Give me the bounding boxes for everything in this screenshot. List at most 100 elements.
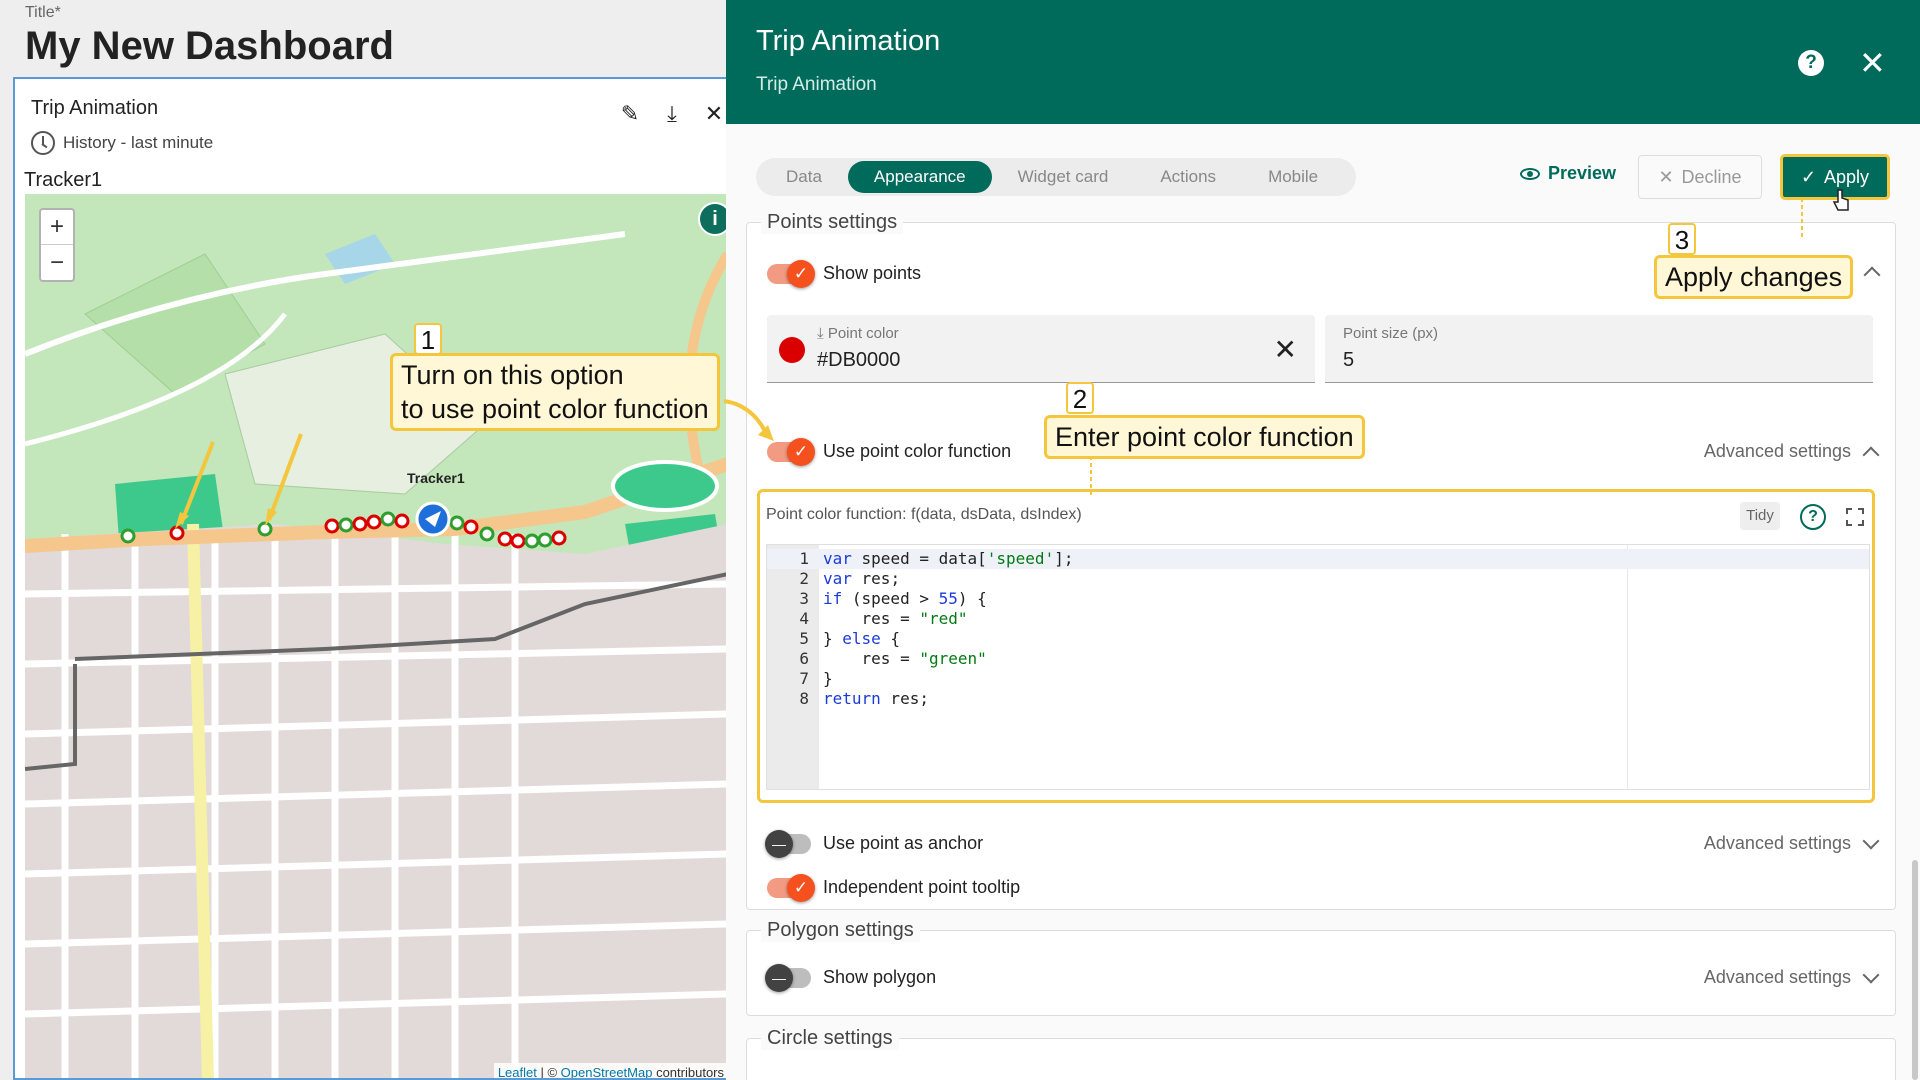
attribution-osm-link[interactable]: OpenStreetMap: [561, 1065, 653, 1078]
check-icon: ✓: [1800, 166, 1817, 187]
points-settings-section: Points settings Show points ⤓ Point colo…: [746, 211, 1896, 910]
widget-timewindow[interactable]: History - last minute: [31, 131, 213, 155]
use-color-function-label: Use point color function: [823, 441, 1012, 461]
use-color-function-row: Use point color function: [767, 437, 1012, 466]
zoom-control: + −: [39, 208, 75, 282]
tab-actions[interactable]: Actions: [1134, 161, 1242, 193]
zoom-out-button[interactable]: −: [41, 245, 73, 280]
tracker-label: Tracker1: [24, 169, 103, 191]
circle-settings-title: Circle settings: [761, 1027, 899, 1050]
zoom-in-button[interactable]: +: [41, 210, 73, 245]
close-icon[interactable]: ✕: [702, 101, 726, 127]
chevron-up-icon: [1862, 446, 1880, 463]
show-points-toggle[interactable]: [767, 259, 815, 288]
attribution-leaflet-link[interactable]: Leaflet: [498, 1065, 537, 1078]
timewindow-label: History - last minute: [63, 133, 214, 152]
callout-3-connector: [1801, 198, 1803, 238]
panel-scrollbar[interactable]: [1912, 860, 1918, 1080]
panel-header: Trip Animation Trip Animation ? ✕: [726, 0, 1920, 124]
info-icon[interactable]: i: [698, 202, 726, 236]
use-anchor-label: Use point as anchor: [823, 833, 984, 853]
advanced-settings-label: Advanced settings: [1703, 833, 1851, 853]
callout-1-number: 1: [414, 323, 442, 355]
color-function-editor: Point color function: f(data, dsData, ds…: [757, 489, 1875, 803]
points-settings-title: Points settings: [761, 211, 904, 234]
chevron-down-icon: [1862, 832, 1880, 849]
editor-help-icon[interactable]: ?: [1800, 504, 1826, 530]
point-size-value: 5: [1343, 349, 1355, 371]
advanced-settings-color[interactable]: Advanced settings: [1703, 441, 1880, 463]
tab-data[interactable]: Data: [760, 161, 848, 193]
widget-actions: ✎ ⤓ ✕: [618, 101, 726, 127]
dashboard-title[interactable]: My New Dashboard: [25, 24, 394, 69]
clear-color-icon[interactable]: ✕: [1274, 333, 1297, 366]
mouse-cursor-icon: [1832, 189, 1849, 211]
close-icon: ✕: [1658, 166, 1674, 187]
clock-icon: [31, 131, 55, 155]
map-tracker-label: Tracker1: [407, 470, 465, 486]
polygon-settings-title: Polygon settings: [761, 919, 920, 942]
show-polygon-toggle[interactable]: [765, 963, 811, 992]
apply-label: Apply: [1824, 166, 1870, 187]
independent-tooltip-row: Independent point tooltip: [767, 873, 1021, 902]
circle-settings-section: Circle settings: [746, 1027, 1896, 1080]
map-attribution: Leaflet | © OpenStreetMap contributors: [493, 1063, 726, 1078]
point-color-swatch[interactable]: [779, 337, 805, 363]
tidy-button[interactable]: Tidy: [1740, 502, 1780, 530]
settings-tabs: Data Appearance Widget card Actions Mobi…: [756, 158, 1356, 196]
decline-button[interactable]: ✕ Decline: [1638, 155, 1762, 199]
callout-1: Turn on this option to use point color f…: [390, 353, 720, 431]
code-line: 1 var speed = data['speed'];: [767, 549, 1869, 569]
decline-label: Decline: [1681, 166, 1742, 187]
point-color-label: ⤓ Point color: [817, 325, 899, 342]
close-panel-icon[interactable]: ✕: [1859, 44, 1886, 82]
code-line: 7}: [799, 669, 833, 688]
callout-1-line1: Turn on this option: [401, 360, 624, 390]
code-line: 2 var res;: [799, 569, 901, 588]
point-color-value: #DB0000: [817, 349, 901, 371]
use-anchor-toggle[interactable]: [765, 829, 811, 858]
point-size-label: Point size (px): [1343, 325, 1439, 342]
independent-tooltip-toggle[interactable]: [767, 873, 815, 902]
independent-tooltip-label: Independent point tooltip: [823, 877, 1021, 897]
fullscreen-icon[interactable]: [1846, 508, 1864, 526]
callout-3-number: 3: [1668, 223, 1696, 255]
help-icon[interactable]: ?: [1798, 50, 1824, 76]
code-line: 6 res = "green": [799, 649, 987, 668]
tab-mobile[interactable]: Mobile: [1242, 161, 1344, 193]
map-view[interactable]: + − i Tracker1 Leaflet | © OpenStreetMap…: [25, 194, 726, 1078]
callout-1-arrow: [723, 399, 774, 441]
widget-title: Trip Animation: [31, 97, 159, 119]
collapse-points-icon[interactable]: [1863, 266, 1881, 284]
show-polygon-row: Show polygon: [765, 963, 937, 992]
preview-button[interactable]: Preview: [1520, 163, 1616, 184]
download-icon[interactable]: ⤓: [660, 101, 684, 127]
code-line: 5} else {: [799, 629, 901, 648]
callout-2: Enter point color function: [1044, 415, 1365, 459]
advanced-settings-label: Advanced settings: [1703, 441, 1851, 461]
chevron-down-icon: [1862, 966, 1880, 983]
polygon-settings-section: Polygon settings Show polygon Advanced s…: [746, 919, 1896, 1016]
point-color-field[interactable]: ⤓ Point color #DB0000 ✕: [767, 315, 1315, 383]
edit-icon[interactable]: ✎: [618, 101, 642, 127]
dashboard-area: Title* My New Dashboard Trip Animation H…: [0, 0, 726, 1080]
callout-1-line2: to use point color function: [401, 394, 709, 424]
code-line: 8 return res;: [799, 689, 929, 708]
advanced-settings-anchor[interactable]: Advanced settings: [1703, 832, 1880, 854]
code-editor[interactable]: 1 var speed = data['speed']; 2 var res; 3i…: [766, 544, 1870, 790]
tab-appearance[interactable]: Appearance: [847, 161, 992, 193]
trip-animation-widget[interactable]: Trip Animation History - last minute ✎ ⤓…: [13, 77, 726, 1080]
eye-icon: [1520, 167, 1540, 180]
show-points-label: Show points: [823, 263, 922, 283]
panel-title: Trip Animation: [756, 25, 941, 57]
point-size-field[interactable]: Point size (px) 5: [1325, 315, 1873, 383]
use-anchor-row: Use point as anchor: [765, 829, 984, 858]
tab-widget-card[interactable]: Widget card: [992, 161, 1135, 193]
callout-2-connector: [1090, 456, 1092, 496]
advanced-settings-polygon[interactable]: Advanced settings: [1704, 966, 1880, 988]
show-polygon-label: Show polygon: [823, 967, 937, 987]
color-function-label: Point color function: f(data, dsData, ds…: [766, 506, 1082, 523]
panel-subtitle: Trip Animation: [756, 74, 877, 95]
dashboard-title-label: Title*: [25, 4, 61, 21]
show-points-row: Show points: [767, 259, 922, 288]
